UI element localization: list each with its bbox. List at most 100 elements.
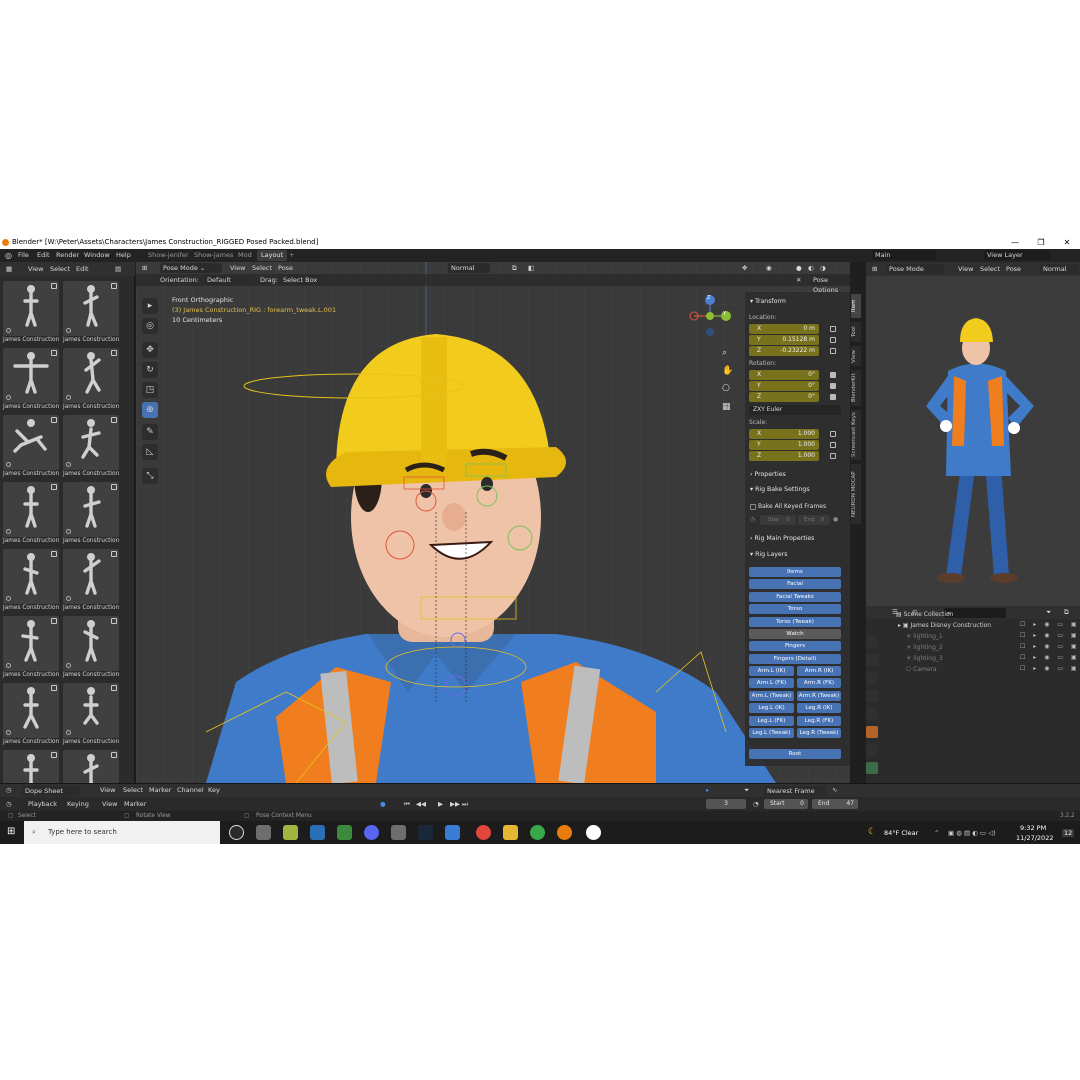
bake-start-field[interactable]: Star 0 [760, 515, 796, 525]
rotation-x-field[interactable]: X 0° [749, 370, 819, 380]
bake-info-icon[interactable]: ● [833, 516, 838, 523]
unlock-icon[interactable] [830, 442, 836, 448]
display-mode-icon[interactable]: ▤ [115, 262, 121, 276]
outliner-item[interactable]: ☀ lighting_1 [906, 632, 943, 642]
menu-render[interactable]: Render [56, 249, 79, 262]
asset-item[interactable]: James Construction [3, 281, 59, 345]
asset-item[interactable]: James Construction [63, 482, 119, 546]
stopwatch-icon[interactable]: ◔ [753, 797, 759, 811]
properties-world-icon[interactable] [866, 708, 878, 720]
steam-icon[interactable] [418, 825, 433, 840]
rig-layer-button[interactable]: Arm.L (IK) [749, 666, 794, 676]
lock-icon[interactable] [830, 383, 836, 389]
asset-edit-icon[interactable] [111, 350, 117, 356]
asset-item[interactable]: James Construction [3, 683, 59, 747]
outliner-filter-icon[interactable]: ⏷ [1046, 606, 1051, 619]
taskbar-search[interactable]: ⌕ Type here to search [24, 821, 220, 844]
windows-start-icon[interactable]: ⊞ [7, 826, 15, 837]
asset-edit-icon[interactable] [51, 283, 57, 289]
dope-menu-view[interactable]: View [100, 784, 115, 797]
properties-bone-icon[interactable] [866, 762, 878, 774]
sidebar-tab[interactable]: View [851, 346, 861, 366]
menu-file[interactable]: File [18, 249, 29, 262]
blender-menu-icon[interactable]: ◎ [5, 249, 12, 262]
dope-editor-type-icon[interactable]: ◷ [6, 784, 12, 797]
sidebar-tab[interactable]: NEURON MOCAP [851, 464, 861, 524]
location-x-field[interactable]: X 0 m [749, 324, 819, 334]
rig-layer-button[interactable]: Leg.L (IK) [749, 703, 794, 714]
asset-edit-icon[interactable] [51, 484, 57, 490]
rig-layer-button[interactable]: Leg.R (FK) [797, 715, 841, 726]
vp-menu-select[interactable]: Select [252, 262, 272, 274]
start-frame-field[interactable]: Start 0 [764, 799, 808, 809]
rig-layer-button[interactable]: Watch [749, 629, 841, 639]
play-icon[interactable]: ▶ [438, 797, 443, 811]
unlock-icon[interactable] [830, 453, 836, 459]
rig-layer-button[interactable]: Items [749, 567, 841, 577]
discord-icon[interactable] [364, 825, 379, 840]
asset-item[interactable]: James Construction [63, 415, 119, 479]
menu-help[interactable]: Help [116, 249, 131, 262]
move-tool-icon[interactable]: ✥ [142, 342, 158, 358]
rig-layer-button[interactable]: Arm.L (FK) [749, 678, 794, 689]
rig-main-header[interactable]: › Rig Main Properties [750, 535, 814, 542]
dope-menu-marker[interactable]: Marker [149, 784, 171, 797]
scene-collection-row[interactable]: ▤ Scene Collection [896, 610, 953, 620]
outliner-visibility-icons[interactable]: ☐ ▸ ◉ ▭ ▣ [1020, 621, 1080, 631]
app-icon-4[interactable] [530, 825, 545, 840]
dope-menu-key[interactable]: Key [208, 784, 220, 797]
overlay-icon[interactable]: ◧ [528, 262, 534, 274]
asset-item[interactable]: James Construction [3, 549, 59, 613]
asset-edit-icon[interactable] [111, 417, 117, 423]
rig-layer-root-button[interactable]: Root [749, 749, 841, 759]
asset-item[interactable]: James Construction [63, 683, 119, 747]
select-tool-icon[interactable]: ▸ [142, 298, 158, 314]
sidebar-tab[interactable]: Screencast Keys [851, 410, 861, 460]
outliner-item[interactable]: ☀ lighting_3 [906, 654, 943, 664]
unlock-icon[interactable] [830, 337, 836, 343]
viewport-3d[interactable]: ⊞ Pose Mode ⌄ View Select Pose Normal ⧉ … [136, 262, 850, 783]
shading-solid-icon[interactable]: ● [796, 262, 802, 274]
asset-edit-icon[interactable] [51, 752, 57, 758]
ortho-grid-icon[interactable]: ▦ [722, 402, 731, 412]
rotation-y-field[interactable]: Y 0° [749, 381, 819, 391]
timeline-menu-keying[interactable]: Keying [67, 797, 89, 811]
rig-layer-button[interactable]: Arm.R (Tweak) [797, 690, 841, 701]
pose-options-button[interactable]: Pose Options [810, 275, 850, 294]
unlock-icon[interactable] [830, 348, 836, 354]
bake-end-field[interactable]: End 0 [798, 515, 830, 525]
asset-edit-icon[interactable] [111, 283, 117, 289]
tab-layout[interactable]: Layout [257, 250, 288, 261]
scale-y-field[interactable]: Y 1.000 [749, 440, 819, 450]
mode-selector[interactable]: Pose Mode ⌄ [160, 263, 222, 273]
tab-mod[interactable]: Mod [234, 250, 256, 261]
blender-taskbar-icon[interactable] [557, 825, 572, 840]
outliner-item[interactable]: ⎔ Camera [906, 665, 937, 675]
current-frame-field[interactable]: 3 [706, 799, 746, 809]
location-z-field[interactable]: Z -0.23222 m [749, 346, 819, 356]
right-editor-type-icon[interactable]: ⊞ [872, 262, 877, 276]
timeline-menu-playback[interactable]: Playback [28, 797, 57, 811]
right-menu-pose[interactable]: Pose [1006, 262, 1021, 276]
app-icon-v[interactable] [310, 825, 325, 840]
outliner-item[interactable]: ☀ lighting_2 [906, 643, 943, 653]
scale-z-field[interactable]: Z 1.000 [749, 451, 819, 461]
rig-layers-header[interactable]: ▾ Rig Layers [750, 551, 787, 558]
outliner-visibility-icons[interactable]: ☐ ▸ ◉ ▭ ▣ [1020, 632, 1080, 642]
rig-layer-button[interactable]: Leg.R (Tweak) [797, 728, 841, 738]
rig-layer-button[interactable]: Leg.L (Tweak) [749, 728, 794, 738]
rotation-z-field[interactable]: Z 0° [749, 392, 819, 402]
lock-icon[interactable] [830, 372, 836, 378]
app-icon-xbox[interactable] [337, 825, 352, 840]
asset-item[interactable]: James Construction [3, 482, 59, 546]
chrome-icon[interactable] [476, 825, 491, 840]
asset-edit-icon[interactable] [111, 752, 117, 758]
timeline-editor-icon[interactable]: ◷ [6, 797, 12, 811]
prev-key-icon[interactable]: ◀◀ [416, 797, 426, 811]
rig-layer-button[interactable]: Torso [749, 604, 841, 615]
dope-menu-channel[interactable]: Channel [177, 784, 204, 797]
file-explorer-icon[interactable] [503, 825, 518, 840]
record-icon[interactable]: ● [380, 797, 386, 811]
dope-filter-icon[interactable]: ⏷ [744, 784, 749, 797]
rotation-mode-selector[interactable]: ZXY Euler [749, 405, 841, 415]
